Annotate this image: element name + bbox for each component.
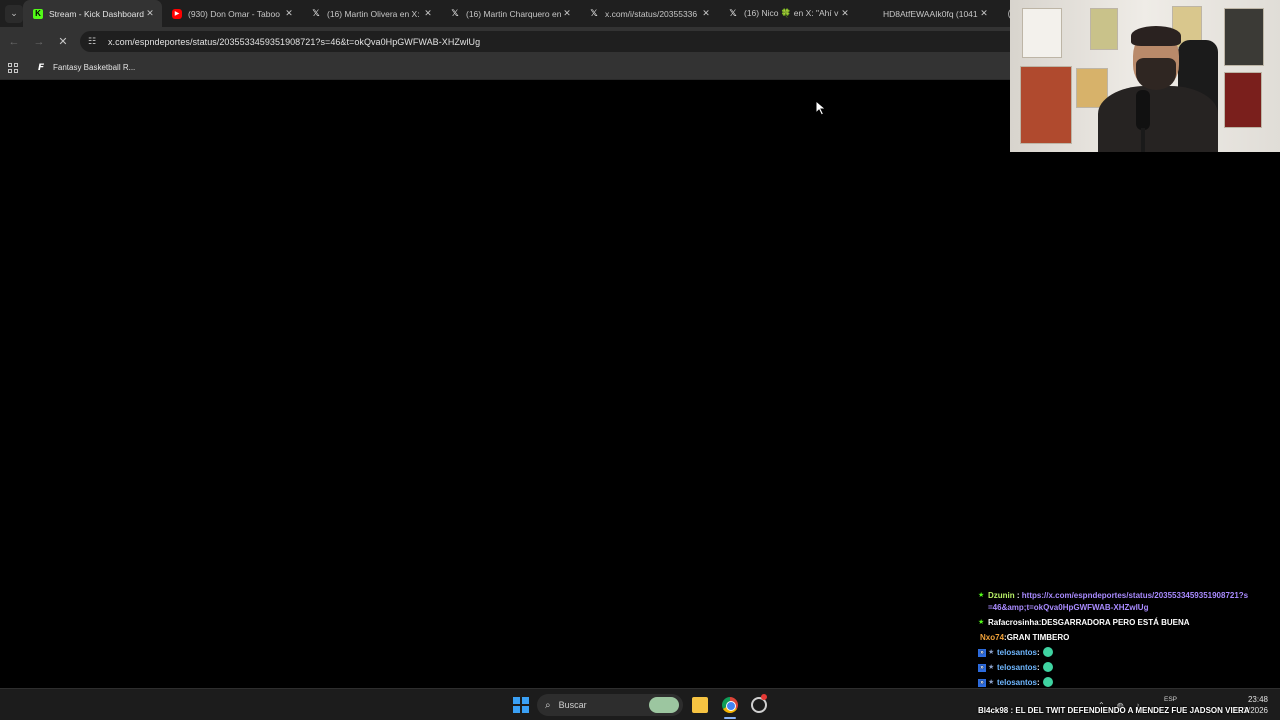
close-icon[interactable]: ✕: [700, 8, 712, 19]
windows-taskbar: ⌕ Buscar ⌃ ◍ ♪ ESP 23:48 21/3/2026: [0, 688, 1280, 720]
poster: [1090, 8, 1118, 50]
chrome-icon[interactable]: [722, 697, 738, 713]
tab-kick-dashboard[interactable]: K Stream - Kick Dashboard ✕: [23, 0, 162, 27]
bookmark-label: Fantasy Basketball R...: [53, 63, 136, 72]
chat-username: Rafacrosinha: [988, 618, 1039, 627]
chat-message: ★ Dzunin : https://x.com/espndeportes/st…: [978, 590, 1278, 614]
close-icon[interactable]: ✕: [144, 8, 156, 19]
chat-message: ★ Rafacrosinha : DESGARRADORA PERO ESTÁ …: [978, 617, 1278, 629]
close-icon[interactable]: ✕: [978, 8, 990, 19]
streamer-body: [1098, 86, 1218, 152]
x-icon: 𝕏: [451, 8, 459, 18]
tab-x-status[interactable]: 𝕏 x.com/i/status/20355336 ✕: [579, 0, 718, 27]
close-icon: ✕: [58, 36, 68, 48]
x-icon: 𝕏: [729, 8, 737, 18]
search-highlight-image: [649, 697, 679, 713]
streamer-hair: [1131, 26, 1181, 46]
star-badge-icon: ★: [978, 619, 985, 626]
tab-title: x.com/i/status/20355336: [605, 8, 698, 19]
bookmarks-bar: F Fantasy Basketball R...: [0, 56, 1010, 80]
chat-message: Nxo74 : GRAN TIMBERO: [978, 632, 1278, 644]
mouse-cursor-icon: [815, 100, 827, 116]
emote-icon: [1042, 662, 1053, 672]
arrow-left-icon: ←: [8, 35, 20, 48]
close-icon[interactable]: ✕: [422, 8, 434, 19]
tab-title: Stream - Kick Dashboard: [49, 8, 144, 19]
emote-icon: [1042, 677, 1053, 687]
chat-message: »★ telosantos :: [978, 662, 1278, 674]
x-icon: 𝕏: [312, 8, 320, 18]
language-indicator[interactable]: ESP: [1164, 694, 1177, 705]
webcam-overlay: [1010, 0, 1280, 152]
subscriber-badge-icon: »: [978, 664, 986, 672]
tab-x-charquero[interactable]: 𝕏 (16) Martin Charquero en ✕: [440, 0, 579, 27]
chat-overlay-message: Bl4ck98 : EL DEL TWIT DEFENDIENDO A MEND…: [978, 706, 1250, 715]
browser-tab-strip: ⌄ K Stream - Kick Dashboard ✕ ▶ (930) Do…: [0, 0, 1020, 27]
chat-text: DESGARRADORA PERO ESTÁ BUENA: [1041, 618, 1190, 627]
tab-title: (16) Martin Charquero en: [466, 8, 561, 19]
tab-title: (16) Martin Olivera en X:: [327, 8, 420, 19]
chat-username: Nxo74: [980, 633, 1005, 642]
microphone-icon: [1136, 90, 1150, 130]
page-icon: [867, 9, 877, 19]
chat-message: »★ telosantos :: [978, 647, 1278, 659]
star-badge-icon: ★: [988, 664, 995, 671]
active-app-indicator: [724, 717, 736, 719]
subscriber-badge-icon: »: [978, 679, 986, 687]
close-icon[interactable]: ✕: [839, 8, 851, 19]
emote-icon: [1042, 647, 1053, 657]
url-text[interactable]: x.com/espndeportes/status/20355334593519…: [108, 37, 480, 47]
tab-image[interactable]: HD8AtfEWAAIk0fq (1041 ✕: [857, 0, 996, 27]
chevron-down-icon: ⌄: [10, 8, 18, 18]
star-badge-icon: ★: [978, 592, 985, 599]
chat-separator: :: [1014, 591, 1022, 600]
star-badge-icon: ★: [988, 649, 995, 656]
poster: [1020, 66, 1072, 144]
poster: [1224, 8, 1264, 66]
chat-separator: :: [1037, 648, 1040, 657]
clock-time: 23:48: [1247, 695, 1268, 704]
back-button[interactable]: ←: [3, 31, 25, 53]
tab-title: (930) Don Omar - Taboo: [188, 8, 280, 19]
search-placeholder: Buscar: [558, 700, 587, 710]
fantasy-logo-icon: F: [38, 62, 45, 73]
stop-button[interactable]: ✕: [52, 31, 74, 53]
close-icon[interactable]: ✕: [283, 8, 295, 19]
chat-username: telosantos: [997, 648, 1038, 657]
x-icon: 𝕏: [590, 8, 598, 18]
forward-button[interactable]: →: [28, 31, 50, 53]
tab-search-button[interactable]: ⌄: [5, 4, 23, 23]
taskbar-search[interactable]: ⌕ Buscar: [537, 694, 683, 716]
poster: [1224, 72, 1262, 128]
chat-username: Dzunin: [988, 591, 1015, 600]
browser-toolbar: ← → ✕ ☷ x.com/espndeportes/status/203553…: [0, 27, 1010, 56]
mic-arm: [1141, 128, 1145, 152]
streamer-beard: [1136, 58, 1176, 90]
file-explorer-icon[interactable]: [692, 697, 708, 713]
chat-username: telosantos: [997, 663, 1038, 672]
screen: ⌄ K Stream - Kick Dashboard ✕ ▶ (930) Do…: [0, 0, 1280, 720]
tab-youtube[interactable]: ▶ (930) Don Omar - Taboo ✕: [162, 0, 301, 27]
chat-text: GRAN TIMBERO: [1006, 633, 1070, 642]
youtube-icon: ▶: [172, 8, 182, 19]
arrow-right-icon: →: [33, 35, 45, 48]
address-bar[interactable]: ☷ x.com/espndeportes/status/203553345935…: [80, 31, 1010, 52]
windows-start-icon[interactable]: [513, 697, 529, 713]
apps-grid-icon[interactable]: [8, 62, 18, 73]
tab-title: HD8AtfEWAAIk0fq (1041: [883, 8, 978, 19]
subscriber-badge-icon: »: [978, 649, 986, 657]
search-icon: ⌕: [545, 699, 551, 711]
chat-separator: :: [1037, 663, 1040, 672]
close-icon[interactable]: ✕: [561, 8, 573, 19]
tab-x-nico[interactable]: 𝕏 (16) Nico 🍀 en X: "Ahí v ✕: [718, 0, 857, 27]
site-info-icon[interactable]: ☷: [88, 36, 102, 47]
poster: [1022, 8, 1062, 58]
tab-x-olivera[interactable]: 𝕏 (16) Martin Olivera en X: ✕: [301, 0, 440, 27]
chat-link[interactable]: https://x.com/espndeportes/status/203553…: [988, 591, 1248, 612]
bookmark-fantasy-basketball[interactable]: F Fantasy Basketball R...: [38, 63, 135, 73]
kick-icon: K: [33, 8, 43, 19]
tab-title: (16) Nico 🍀 en X: "Ahí v: [744, 8, 839, 18]
recording-dot-icon: [761, 694, 767, 700]
